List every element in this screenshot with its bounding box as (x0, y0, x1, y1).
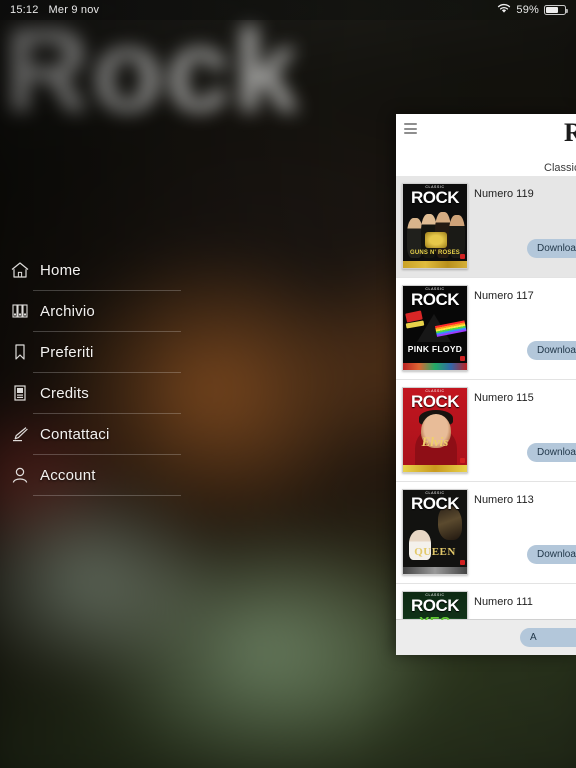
sidebar-item-home[interactable]: Home (0, 250, 200, 290)
sidebar-divider (33, 495, 181, 496)
download-button[interactable]: Download (527, 545, 576, 564)
cover-kicker: CLASSIC (425, 491, 445, 495)
issue-cover: CLASSIC ROCK YES (402, 591, 468, 620)
sidebar-item-label: Contattaci (40, 425, 110, 443)
issues-list[interactable]: CLASSIC ROCK GUNS N' ROSES Numero 119 Do… (396, 176, 576, 620)
bookmark-icon (0, 343, 40, 361)
status-time: 15:12 (10, 4, 39, 16)
issue-cover: CLASSIC ROCK Elvis (402, 387, 468, 473)
issue-label: Numero 113 (474, 494, 534, 506)
list-item[interactable]: CLASSIC ROCK PINK FLOYD Numero 117 Downl… (396, 278, 576, 380)
document-icon (0, 384, 40, 402)
cover-kicker: CLASSIC (425, 593, 445, 597)
sidebar-item-label: Credits (40, 384, 89, 402)
cover-kicker: CLASSIC (425, 389, 445, 393)
wifi-icon (497, 3, 511, 17)
home-icon (0, 261, 40, 279)
issue-cover: CLASSIC ROCK PINK FLOYD (402, 285, 468, 371)
sidebar-item-label: Preferiti (40, 343, 94, 361)
cover-caption: GUNS N' ROSES (409, 250, 461, 256)
battery-icon (544, 5, 568, 15)
status-bar-left: 15:12 Mer 9 nov (10, 4, 99, 16)
issue-label: Numero 115 (474, 392, 534, 404)
status-bar: 15:12 Mer 9 nov 59% (0, 0, 576, 20)
panel-toolbar: A (396, 619, 576, 655)
status-bar-right: 59% (497, 3, 568, 17)
list-item[interactable]: CLASSIC ROCK YES Numero 111 Download (396, 584, 576, 620)
panel-subtitle: Classic (544, 162, 576, 174)
toolbar-action-button[interactable]: A (520, 628, 576, 647)
list-item[interactable]: CLASSIC ROCK Elvis Numero 115 Download (396, 380, 576, 482)
issue-cover: CLASSIC ROCK GUNS N' ROSES (402, 183, 468, 269)
cover-caption: QUEEN (414, 546, 456, 558)
cover-caption: YES (403, 614, 467, 620)
cover-caption: Elvis (421, 434, 449, 449)
list-item[interactable]: CLASSIC ROCK QUEEN Numero 113 Download (396, 482, 576, 584)
sidebar-item-contattaci[interactable]: Contattaci (0, 414, 200, 454)
list-item[interactable]: CLASSIC ROCK GUNS N' ROSES Numero 119 Do… (396, 176, 576, 278)
download-button[interactable]: Download (527, 443, 576, 462)
pen-icon (0, 425, 40, 443)
sidebar-drawer: Home Archivio Preferiti Credits Contatta… (0, 250, 200, 496)
cover-badge (460, 458, 465, 463)
sidebar-item-archivio[interactable]: Archivio (0, 291, 200, 331)
issue-cover: CLASSIC ROCK QUEEN (402, 489, 468, 575)
cover-badge (460, 356, 465, 361)
download-button[interactable]: Download (527, 341, 576, 360)
issue-label: Numero 119 (474, 188, 534, 200)
cover-bottom-strip (403, 465, 467, 472)
person-icon (0, 466, 40, 484)
sidebar-item-label: Home (40, 261, 81, 279)
status-date: Mer 9 nov (48, 4, 100, 16)
cover-badge (460, 254, 465, 259)
panel-navigation-bar: R (396, 114, 576, 147)
cover-caption: PINK FLOYD (407, 344, 463, 354)
issue-label: Numero 117 (474, 290, 534, 302)
sidebar-item-label: Account (40, 466, 96, 484)
cover-bottom-strip (403, 363, 467, 370)
cover-badge (460, 560, 465, 565)
cover-bottom-strip (403, 567, 467, 574)
sidebar-item-label: Archivio (40, 302, 95, 320)
cover-bottom-strip (403, 261, 467, 268)
screen-root: Rock 15:12 Mer 9 nov 59% (0, 0, 576, 768)
archive-icon (0, 302, 40, 320)
issue-label: Numero 111 (474, 596, 533, 608)
download-button[interactable]: Download (527, 239, 576, 258)
content-panel: R Classic CLASSIC ROCK GUNS N' ROSES Num… (396, 114, 576, 655)
sidebar-item-preferiti[interactable]: Preferiti (0, 332, 200, 372)
hamburger-icon[interactable] (404, 123, 417, 134)
cover-kicker: CLASSIC (425, 287, 445, 291)
cover-kicker: CLASSIC (425, 185, 445, 189)
battery-percent: 59% (516, 4, 539, 16)
page-title: R (564, 118, 576, 147)
sidebar-item-credits[interactable]: Credits (0, 373, 200, 413)
sidebar-item-account[interactable]: Account (0, 455, 200, 495)
